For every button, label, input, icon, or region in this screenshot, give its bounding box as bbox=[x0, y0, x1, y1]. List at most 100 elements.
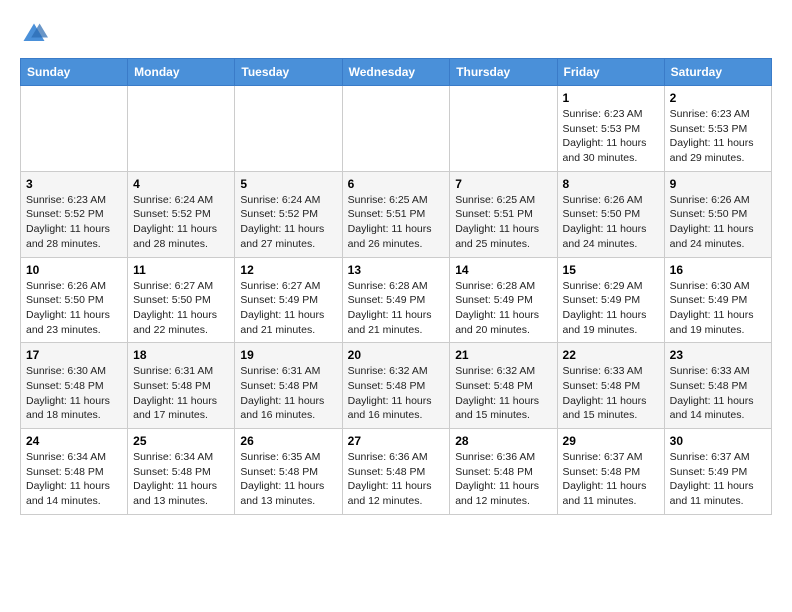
day-info: Sunrise: 6:25 AM Sunset: 5:51 PM Dayligh… bbox=[348, 193, 445, 252]
calendar-cell: 13Sunrise: 6:28 AM Sunset: 5:49 PM Dayli… bbox=[342, 257, 450, 343]
day-number: 5 bbox=[240, 177, 336, 191]
calendar-week-1: 1 Sunrise: 6:23 AM Sunset: 5:53 PM Daylig… bbox=[21, 86, 772, 172]
calendar-cell: 18 Sunrise: 6:31 AM Sunset: 5:48 PM Dayli… bbox=[128, 343, 235, 429]
calendar-cell: 14Sunrise: 6:28 AM Sunset: 5:49 PM Dayli… bbox=[450, 257, 557, 343]
calendar-cell: 28 Sunrise: 6:36 AM Sunset: 5:48 PM Dayli… bbox=[450, 429, 557, 515]
calendar-header-monday: Monday bbox=[128, 59, 235, 86]
day-number: 12 bbox=[240, 263, 336, 277]
calendar-cell: 24 Sunrise: 6:34 AM Sunset: 5:48 PM Dayli… bbox=[21, 429, 128, 515]
day-info: Sunrise: 6:37 AM Sunset: 5:48 PM Dayligh… bbox=[563, 450, 659, 509]
day-info: Sunrise: 6:31 AM Sunset: 5:48 PM Dayligh… bbox=[133, 364, 229, 423]
day-info: Sunrise: 6:26 AM Sunset: 5:50 PM Dayligh… bbox=[670, 193, 766, 252]
day-info: Sunrise: 6:36 AM Sunset: 5:48 PM Dayligh… bbox=[455, 450, 551, 509]
day-number: 15 bbox=[563, 263, 659, 277]
day-number: 26 bbox=[240, 434, 336, 448]
calendar-cell: 2 Sunrise: 6:23 AM Sunset: 5:53 PM Daylig… bbox=[664, 86, 771, 172]
calendar-cell: 17 Sunrise: 6:30 AM Sunset: 5:48 PM Dayli… bbox=[21, 343, 128, 429]
day-number: 28 bbox=[455, 434, 551, 448]
calendar-week-3: 10Sunrise: 6:26 AM Sunset: 5:50 PM Dayli… bbox=[21, 257, 772, 343]
calendar-header-sunday: Sunday bbox=[21, 59, 128, 86]
day-number: 2 bbox=[670, 91, 766, 105]
calendar-week-2: 3 Sunrise: 6:23 AM Sunset: 5:52 PM Daylig… bbox=[21, 171, 772, 257]
day-number: 18 bbox=[133, 348, 229, 362]
day-info: Sunrise: 6:36 AM Sunset: 5:48 PM Dayligh… bbox=[348, 450, 445, 509]
calendar-cell: 19Sunrise: 6:31 AM Sunset: 5:48 PM Dayli… bbox=[235, 343, 342, 429]
calendar-table: SundayMondayTuesdayWednesdayThursdayFrid… bbox=[20, 58, 772, 515]
day-number: 22 bbox=[563, 348, 659, 362]
day-info: Sunrise: 6:34 AM Sunset: 5:48 PM Dayligh… bbox=[133, 450, 229, 509]
calendar-header-thursday: Thursday bbox=[450, 59, 557, 86]
calendar-cell: 20 Sunrise: 6:32 AM Sunset: 5:48 PM Dayli… bbox=[342, 343, 450, 429]
calendar-cell: 23Sunrise: 6:33 AM Sunset: 5:48 PM Dayli… bbox=[664, 343, 771, 429]
day-number: 24 bbox=[26, 434, 122, 448]
day-number: 19 bbox=[240, 348, 336, 362]
day-info: Sunrise: 6:30 AM Sunset: 5:49 PM Dayligh… bbox=[670, 279, 766, 338]
day-info: Sunrise: 6:27 AM Sunset: 5:49 PM Dayligh… bbox=[240, 279, 336, 338]
calendar-cell: 29Sunrise: 6:37 AM Sunset: 5:48 PM Dayli… bbox=[557, 429, 664, 515]
calendar-cell: 11 Sunrise: 6:27 AM Sunset: 5:50 PM Dayli… bbox=[128, 257, 235, 343]
day-info: Sunrise: 6:29 AM Sunset: 5:49 PM Dayligh… bbox=[563, 279, 659, 338]
logo-icon bbox=[20, 20, 48, 48]
day-info: Sunrise: 6:27 AM Sunset: 5:50 PM Dayligh… bbox=[133, 279, 229, 338]
day-number: 20 bbox=[348, 348, 445, 362]
day-info: Sunrise: 6:25 AM Sunset: 5:51 PM Dayligh… bbox=[455, 193, 551, 252]
calendar-cell: 5 Sunrise: 6:24 AM Sunset: 5:52 PM Daylig… bbox=[235, 171, 342, 257]
day-info: Sunrise: 6:32 AM Sunset: 5:48 PM Dayligh… bbox=[348, 364, 445, 423]
day-number: 25 bbox=[133, 434, 229, 448]
calendar-header-row: SundayMondayTuesdayWednesdayThursdayFrid… bbox=[21, 59, 772, 86]
day-info: Sunrise: 6:28 AM Sunset: 5:49 PM Dayligh… bbox=[455, 279, 551, 338]
calendar-cell: 25 Sunrise: 6:34 AM Sunset: 5:48 PM Dayli… bbox=[128, 429, 235, 515]
day-number: 21 bbox=[455, 348, 551, 362]
calendar-week-5: 24 Sunrise: 6:34 AM Sunset: 5:48 PM Dayli… bbox=[21, 429, 772, 515]
day-info: Sunrise: 6:24 AM Sunset: 5:52 PM Dayligh… bbox=[133, 193, 229, 252]
day-info: Sunrise: 6:23 AM Sunset: 5:52 PM Dayligh… bbox=[26, 193, 122, 252]
day-number: 8 bbox=[563, 177, 659, 191]
day-number: 13 bbox=[348, 263, 445, 277]
calendar-cell: 21 Sunrise: 6:32 AM Sunset: 5:48 PM Dayli… bbox=[450, 343, 557, 429]
calendar-cell: 12 Sunrise: 6:27 AM Sunset: 5:49 PM Dayli… bbox=[235, 257, 342, 343]
day-info: Sunrise: 6:34 AM Sunset: 5:48 PM Dayligh… bbox=[26, 450, 122, 509]
calendar-cell bbox=[21, 86, 128, 172]
calendar-header-friday: Friday bbox=[557, 59, 664, 86]
day-number: 7 bbox=[455, 177, 551, 191]
day-number: 11 bbox=[133, 263, 229, 277]
calendar-cell: 7 Sunrise: 6:25 AM Sunset: 5:51 PM Daylig… bbox=[450, 171, 557, 257]
day-number: 6 bbox=[348, 177, 445, 191]
day-info: Sunrise: 6:33 AM Sunset: 5:48 PM Dayligh… bbox=[563, 364, 659, 423]
calendar-cell: 4 Sunrise: 6:24 AM Sunset: 5:52 PM Daylig… bbox=[128, 171, 235, 257]
calendar-header-tuesday: Tuesday bbox=[235, 59, 342, 86]
logo bbox=[20, 20, 52, 48]
calendar-cell: 16 Sunrise: 6:30 AM Sunset: 5:49 PM Dayli… bbox=[664, 257, 771, 343]
calendar-cell bbox=[450, 86, 557, 172]
calendar-cell: 8 Sunrise: 6:26 AM Sunset: 5:50 PM Daylig… bbox=[557, 171, 664, 257]
day-info: Sunrise: 6:24 AM Sunset: 5:52 PM Dayligh… bbox=[240, 193, 336, 252]
calendar-week-4: 17 Sunrise: 6:30 AM Sunset: 5:48 PM Dayli… bbox=[21, 343, 772, 429]
day-info: Sunrise: 6:30 AM Sunset: 5:48 PM Dayligh… bbox=[26, 364, 122, 423]
calendar-cell: 27 Sunrise: 6:36 AM Sunset: 5:48 PM Dayli… bbox=[342, 429, 450, 515]
day-info: Sunrise: 6:26 AM Sunset: 5:50 PM Dayligh… bbox=[26, 279, 122, 338]
day-info: Sunrise: 6:32 AM Sunset: 5:48 PM Dayligh… bbox=[455, 364, 551, 423]
day-number: 1 bbox=[563, 91, 659, 105]
calendar-header-saturday: Saturday bbox=[664, 59, 771, 86]
calendar-header-wednesday: Wednesday bbox=[342, 59, 450, 86]
day-info: Sunrise: 6:23 AM Sunset: 5:53 PM Dayligh… bbox=[670, 107, 766, 166]
day-number: 3 bbox=[26, 177, 122, 191]
day-number: 17 bbox=[26, 348, 122, 362]
day-number: 4 bbox=[133, 177, 229, 191]
day-number: 27 bbox=[348, 434, 445, 448]
day-info: Sunrise: 6:37 AM Sunset: 5:49 PM Dayligh… bbox=[670, 450, 766, 509]
day-number: 30 bbox=[670, 434, 766, 448]
calendar-cell: 3 Sunrise: 6:23 AM Sunset: 5:52 PM Daylig… bbox=[21, 171, 128, 257]
calendar-cell: 30 Sunrise: 6:37 AM Sunset: 5:49 PM Dayli… bbox=[664, 429, 771, 515]
calendar-cell: 15 Sunrise: 6:29 AM Sunset: 5:49 PM Dayli… bbox=[557, 257, 664, 343]
calendar-cell: 10Sunrise: 6:26 AM Sunset: 5:50 PM Dayli… bbox=[21, 257, 128, 343]
calendar-cell bbox=[235, 86, 342, 172]
day-number: 23 bbox=[670, 348, 766, 362]
day-info: Sunrise: 6:23 AM Sunset: 5:53 PM Dayligh… bbox=[563, 107, 659, 166]
day-number: 9 bbox=[670, 177, 766, 191]
page-header bbox=[20, 20, 772, 48]
calendar-body: 1 Sunrise: 6:23 AM Sunset: 5:53 PM Daylig… bbox=[21, 86, 772, 515]
day-info: Sunrise: 6:26 AM Sunset: 5:50 PM Dayligh… bbox=[563, 193, 659, 252]
day-number: 16 bbox=[670, 263, 766, 277]
day-info: Sunrise: 6:35 AM Sunset: 5:48 PM Dayligh… bbox=[240, 450, 336, 509]
